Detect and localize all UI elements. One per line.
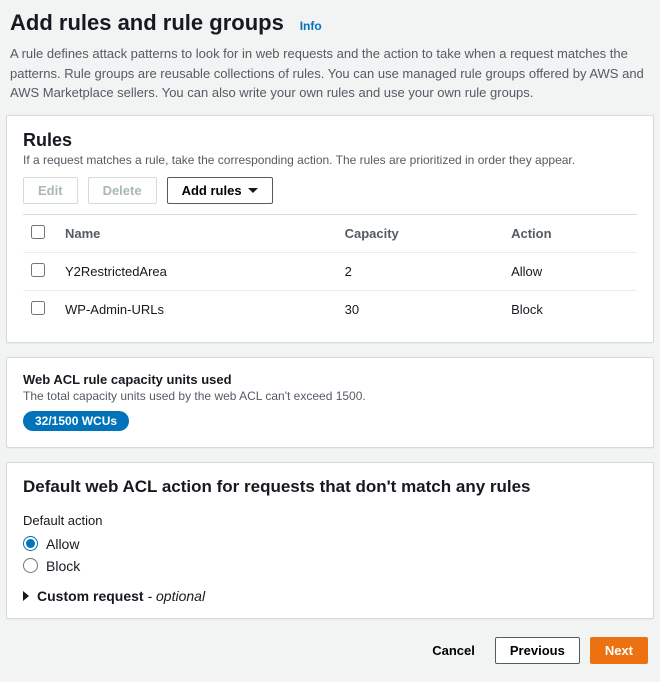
col-action: Action <box>503 214 637 252</box>
radio-block-input[interactable] <box>23 558 38 573</box>
custom-request-label: Custom request <box>37 588 144 604</box>
rules-sub: If a request matches a rule, take the co… <box>23 153 637 167</box>
default-action-heading: Default web ACL action for requests that… <box>23 477 637 497</box>
radio-allow[interactable]: Allow <box>23 536 637 552</box>
capacity-panel: Web ACL rule capacity units used The tot… <box>6 357 654 448</box>
rules-table: Name Capacity Action Y2RestrictedArea 2 … <box>23 214 637 328</box>
table-row: WP-Admin-URLs 30 Block <box>23 290 637 328</box>
radio-allow-label: Allow <box>46 536 79 552</box>
cell-capacity: 30 <box>337 290 504 328</box>
page-intro: A rule defines attack patterns to look f… <box>6 44 654 115</box>
cell-capacity: 2 <box>337 252 504 290</box>
info-link[interactable]: Info <box>300 19 322 33</box>
capacity-label: Web ACL rule capacity units used <box>23 372 637 387</box>
cell-name: Y2RestrictedArea <box>57 252 337 290</box>
row-checkbox[interactable] <box>31 263 45 277</box>
radio-block[interactable]: Block <box>23 558 637 574</box>
col-capacity: Capacity <box>337 214 504 252</box>
select-all-checkbox[interactable] <box>31 225 45 239</box>
add-rules-label: Add rules <box>182 183 242 198</box>
radio-allow-input[interactable] <box>23 536 38 551</box>
optional-label: - optional <box>144 588 205 604</box>
rules-panel: Rules If a request matches a rule, take … <box>6 115 654 343</box>
capacity-sub: The total capacity units used by the web… <box>23 389 637 403</box>
cell-action: Allow <box>503 252 637 290</box>
edit-button[interactable]: Edit <box>23 177 78 204</box>
rules-heading: Rules <box>23 130 637 151</box>
next-button[interactable]: Next <box>590 637 648 664</box>
page-title: Add rules and rule groups <box>10 10 284 36</box>
cell-name: WP-Admin-URLs <box>57 290 337 328</box>
caret-down-icon <box>248 188 258 193</box>
row-checkbox[interactable] <box>31 301 45 315</box>
cell-action: Block <box>503 290 637 328</box>
previous-button[interactable]: Previous <box>495 637 580 664</box>
add-rules-button[interactable]: Add rules <box>167 177 273 204</box>
custom-request-expander[interactable]: Custom request - optional <box>23 588 637 604</box>
cancel-button[interactable]: Cancel <box>422 637 485 664</box>
default-action-label: Default action <box>23 513 637 528</box>
table-row: Y2RestrictedArea 2 Allow <box>23 252 637 290</box>
col-name: Name <box>57 214 337 252</box>
chevron-right-icon <box>23 591 29 601</box>
radio-block-label: Block <box>46 558 80 574</box>
delete-button[interactable]: Delete <box>88 177 157 204</box>
default-action-panel: Default web ACL action for requests that… <box>6 462 654 619</box>
wcu-badge: 32/1500 WCUs <box>23 411 129 431</box>
